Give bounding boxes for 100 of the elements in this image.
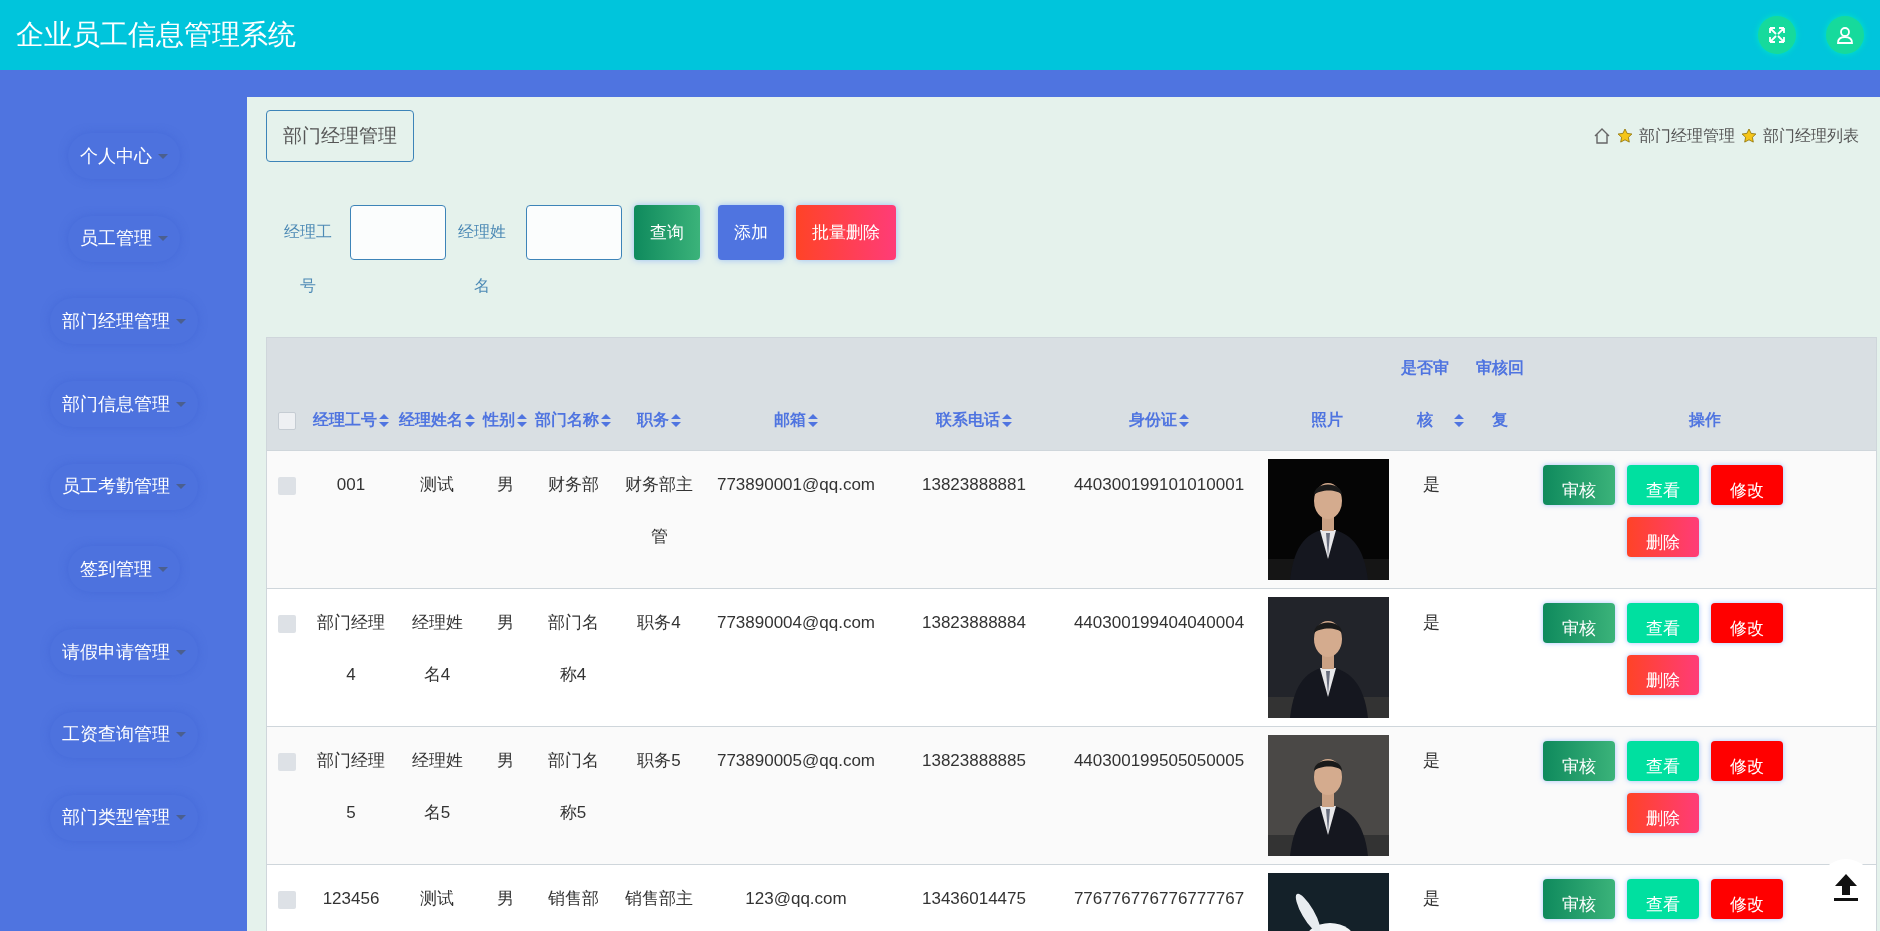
page-title-button[interactable]: 部门经理管理 xyxy=(266,110,414,162)
star-icon xyxy=(1741,128,1757,144)
user-button[interactable] xyxy=(1826,16,1864,54)
table-cell: 职务5 xyxy=(615,726,703,865)
star-icon xyxy=(1617,128,1633,144)
table-cell: 部门经理4 xyxy=(307,588,395,727)
user-icon xyxy=(1835,25,1855,45)
column-header: 职务 xyxy=(636,410,669,430)
sort-icon[interactable] xyxy=(1452,413,1465,429)
sort-icon[interactable] xyxy=(599,413,612,429)
fullscreen-button[interactable] xyxy=(1758,16,1796,54)
search-input-field[interactable] xyxy=(526,205,622,260)
table-cell: 经理姓名4 xyxy=(395,588,479,727)
audit-button[interactable]: 审核 xyxy=(1543,879,1615,919)
sort-icon[interactable] xyxy=(515,413,528,429)
sidebar-item[interactable]: 个人中心 xyxy=(67,133,180,179)
column-header: 操作 xyxy=(1688,410,1721,430)
table-cell: 001 xyxy=(307,450,395,589)
table-cell: 773890005@qq.com xyxy=(703,726,889,865)
edit-button[interactable]: 修改 xyxy=(1711,741,1783,781)
sidebar-item[interactable]: 签到管理 xyxy=(67,546,180,593)
caret-icon xyxy=(175,401,186,407)
table-cell: 773890004@qq.com xyxy=(703,588,889,727)
sidebar-item[interactable]: 员工考勤管理 xyxy=(49,463,198,510)
fullscreen-icon xyxy=(1767,25,1787,45)
delete-button[interactable]: 删除 xyxy=(1627,517,1699,557)
table-cell: 部门名称5 xyxy=(531,726,615,865)
caret-icon xyxy=(175,732,186,738)
column-header: 经理工号 xyxy=(312,410,377,430)
sidebar-item[interactable]: 部门类型管理 xyxy=(49,794,198,841)
sidebar-item[interactable]: 员工管理 xyxy=(67,215,180,262)
edit-button[interactable]: 修改 xyxy=(1711,603,1783,643)
column-header: 身份证 xyxy=(1128,410,1177,430)
table-cell: 440300199404040004 xyxy=(1059,588,1259,727)
sidebar-item[interactable]: 工资查询管理 xyxy=(49,711,198,758)
caret-icon xyxy=(157,153,168,159)
column-header: 照片 xyxy=(1311,410,1343,430)
table-cell: 是 xyxy=(1395,588,1467,727)
audit-button[interactable]: 审核 xyxy=(1543,741,1615,781)
row-checkbox[interactable] xyxy=(278,752,296,771)
edit-button[interactable]: 修改 xyxy=(1711,465,1783,505)
bulk-delete-button[interactable]: 批量删除 xyxy=(796,205,896,260)
column-header: 部门名称 xyxy=(534,410,599,430)
table-cell: 职务4 xyxy=(615,588,703,727)
table-cell: 财务部 xyxy=(531,450,615,589)
delete-button[interactable]: 删除 xyxy=(1627,655,1699,695)
caret-icon xyxy=(175,318,186,324)
table-cell: 773890001@qq.com xyxy=(703,450,889,589)
table-cell: 部门名称4 xyxy=(531,588,615,727)
sort-icon[interactable] xyxy=(669,413,682,429)
caret-icon xyxy=(175,484,186,490)
table-cell: 部门经理5 xyxy=(307,726,395,865)
table-cell: 财务部主管 xyxy=(615,450,703,589)
column-header: 审核回复 xyxy=(1476,358,1524,430)
column-header: 联系电话 xyxy=(935,410,1000,430)
select-all-checkbox[interactable] xyxy=(278,411,296,430)
sort-icon[interactable] xyxy=(377,413,390,429)
field-label: 经理工号 xyxy=(283,222,333,296)
column-header: 邮箱 xyxy=(773,410,806,430)
table-cell: 440300199101010001 xyxy=(1059,450,1259,589)
table-cell: 男 xyxy=(479,726,531,865)
caret-icon xyxy=(157,566,168,572)
app-title: 企业员工信息管理系统 xyxy=(16,18,297,52)
sidebar-item[interactable]: 部门信息管理 xyxy=(49,381,198,428)
sidebar-item[interactable]: 部门经理管理 xyxy=(49,298,198,345)
sort-icon[interactable] xyxy=(806,413,819,429)
edit-button[interactable]: 修改 xyxy=(1711,879,1783,919)
table-cell: 是 xyxy=(1395,726,1467,865)
search-input-field[interactable] xyxy=(350,205,446,260)
column-header: 性别 xyxy=(482,410,515,430)
sort-icon[interactable] xyxy=(1177,413,1190,429)
table-cell: 男 xyxy=(479,450,531,589)
table-cell: 经理姓名5 xyxy=(395,726,479,865)
table-cell: 男 xyxy=(479,588,531,727)
table-cell: 13823888884 xyxy=(889,588,1059,727)
table-cell: 13823888885 xyxy=(889,726,1059,865)
table-cell: 是 xyxy=(1395,450,1467,589)
caret-icon xyxy=(157,236,168,242)
column-header: 经理姓名 xyxy=(398,410,463,430)
caret-icon xyxy=(175,649,186,655)
delete-button[interactable]: 删除 xyxy=(1627,793,1699,833)
sort-icon[interactable] xyxy=(1000,413,1013,429)
row-checkbox[interactable] xyxy=(278,476,296,495)
breadcrumb-link[interactable]: 部门经理管理 xyxy=(1639,124,1735,148)
row-checkbox[interactable] xyxy=(278,614,296,633)
sort-icon[interactable] xyxy=(463,413,476,429)
column-header: 是否审核 xyxy=(1399,358,1450,430)
table-cell: 13823888881 xyxy=(889,450,1059,589)
caret-icon xyxy=(175,815,186,820)
breadcrumb-link[interactable]: 部门经理列表 xyxy=(1763,124,1859,148)
table-cell: 测试 xyxy=(395,450,479,589)
search-button[interactable]: 查询 xyxy=(634,205,700,260)
home-icon[interactable] xyxy=(1593,127,1611,145)
add-button[interactable]: 添加 xyxy=(718,205,784,260)
audit-button[interactable]: 审核 xyxy=(1543,603,1615,643)
audit-button[interactable]: 审核 xyxy=(1543,465,1615,505)
table-cell: 440300199505050005 xyxy=(1059,726,1259,865)
row-checkbox[interactable] xyxy=(278,890,296,909)
field-label: 经理姓名 xyxy=(457,222,507,296)
sidebar-item[interactable]: 请假申请管理 xyxy=(49,629,198,676)
